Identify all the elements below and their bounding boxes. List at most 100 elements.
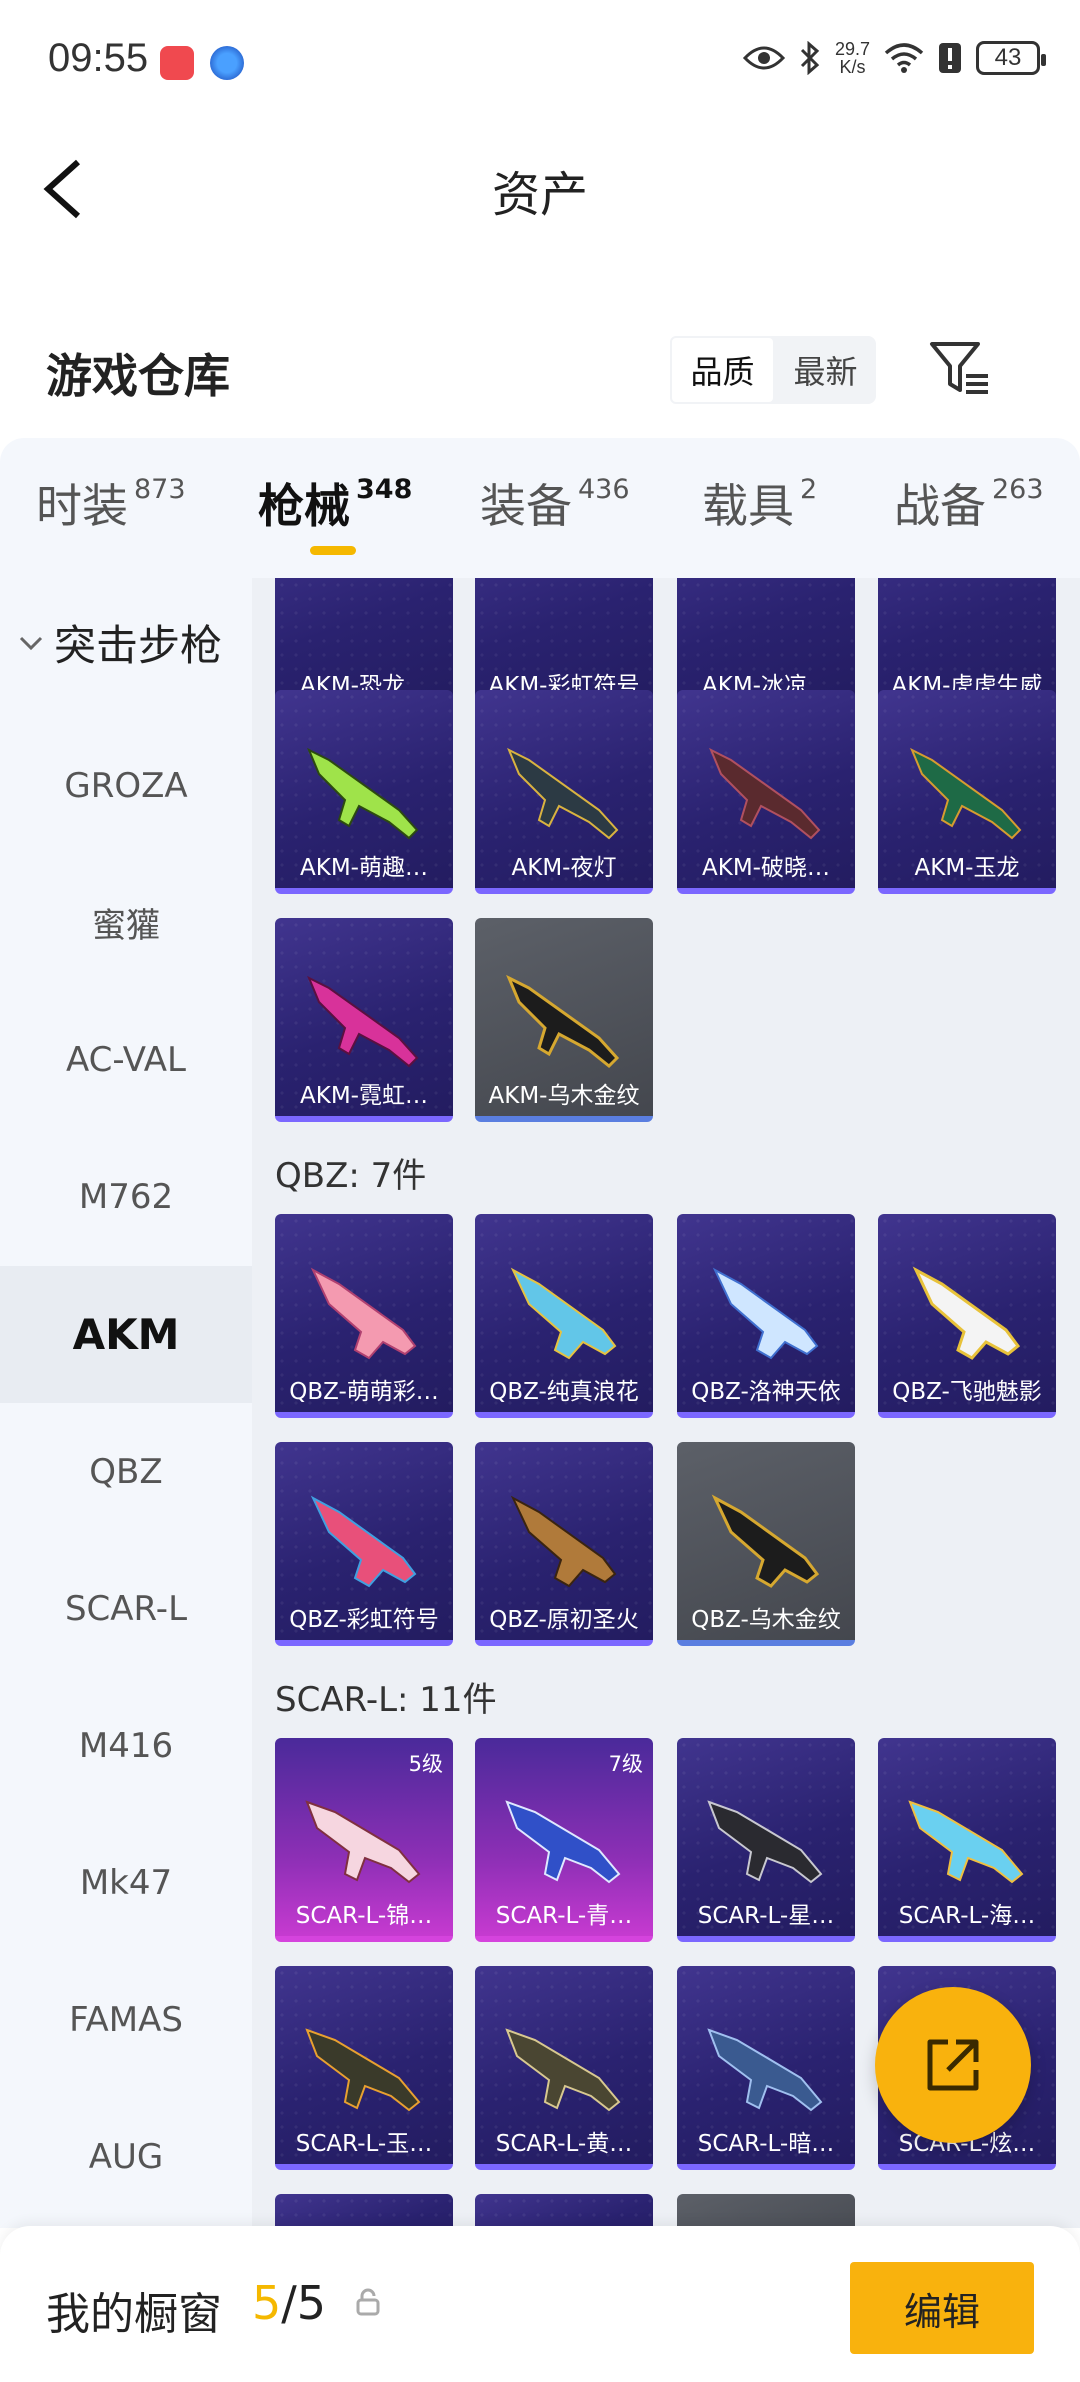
rifle-icon [510,1495,617,1588]
page-title: 资产 [491,167,588,223]
skin-name: SCAR-L-海… [898,1903,1036,1929]
skin-card[interactable]: QBZ-飞驰魅影 [878,1214,1056,1418]
sidebar-item-qbz[interactable]: QBZ [0,1403,252,1540]
skin-card[interactable]: QBZ-洛神天依 [677,1214,855,1418]
rifle-icon [707,2028,823,2112]
lock-icon [356,2288,380,2316]
sort-quality-button[interactable]: 品质 [670,336,775,404]
rifle-icon [505,2028,621,2112]
skin-card[interactable]: QBZ-萌萌彩… [275,1214,453,1418]
share-button[interactable] [875,1987,1031,2143]
skin-name: SCAR-L-青… [495,1903,633,1929]
skin-card[interactable]: QBZ-乌木金纹 [677,1442,855,1646]
skin-name: QBZ-彩虹符号 [289,1607,439,1633]
rifle-icon [908,1800,1024,1884]
skin-card[interactable]: QBZ-原初圣火 [475,1442,653,1646]
skin-name: AKM-霓虹… [300,1083,428,1109]
showcase-count: 5/5 [252,2276,327,2330]
skin-name: QBZ-纯真浪花 [489,1379,639,1405]
skin-card[interactable]: SCAR-L-黄… [475,1966,653,2170]
sidebar-item-m762[interactable]: M762 [0,1128,252,1265]
rifle-icon [310,1267,417,1360]
active-tab-indicator [310,546,356,555]
skin-card[interactable]: AKM-破晓… [677,690,855,894]
tab-weapons[interactable]: 枪械 348 [258,470,412,536]
skin-card[interactable]: QBZ-纯真浪花 [475,1214,653,1418]
network-speed: 29.7 K/s [834,39,870,77]
rifle-icon [712,1267,819,1360]
tab-vehicles[interactable]: 载具 2 [702,470,817,536]
skin-name: SCAR-L-星… [697,1903,835,1929]
skin-card[interactable]: QBZ-彩虹符号 [275,1442,453,1646]
skin-card[interactable]: SCAR-L-暗… [677,1966,855,2170]
skin-name: QBZ-乌木金纹 [691,1607,841,1633]
rifle-icon [310,1495,417,1588]
skin-card[interactable]: 5级 SCAR-L-锦… [275,1738,453,1942]
skin-card[interactable] [475,2194,653,2228]
skin-name: AKM-乌木金纹 [488,1083,640,1109]
skin-card[interactable]: SCAR-L-星… [677,1738,855,1942]
rifle-icon [305,2028,421,2112]
tab-supplies[interactable]: 战备 263 [894,470,1044,536]
alert-icon [939,43,961,73]
skin-card[interactable]: AKM-萌趣… [275,690,453,894]
sort-toggle: 品质 最新 [670,336,876,404]
sidebar-item-famas[interactable]: FAMAS [0,1951,252,2088]
sidebar-item-honey-badger[interactable]: 蜜獾 [0,854,252,991]
filter-icon[interactable] [928,340,992,396]
rifle-icon [506,974,620,1069]
rifle-icon [912,1266,1021,1360]
bluetooth-icon [800,41,820,75]
skin-name: SCAR-L-玉… [295,2131,433,2157]
skin-card[interactable]: AKM-霓虹… [275,918,453,1122]
skin-name: SCAR-L-暗… [697,2131,835,2157]
skin-name: AKM-破晓… [702,855,830,881]
sidebar-item-aug[interactable]: AUG [0,2088,252,2225]
sidebar-category-header[interactable]: 突击步枪 [18,612,222,673]
sidebar-item-ac-val[interactable]: AC-VAL [0,991,252,1128]
skin-name: QBZ-原初圣火 [489,1607,639,1633]
tab-fashion[interactable]: 时装 873 [36,470,186,536]
skin-name: AKM-玉龙 [914,855,1020,881]
external-link-icon [927,2039,979,2091]
weapon-grid: AKM-恐龙… AKM-彩虹符号 AKM-冰凉… AKM-虎虎生威 AKM-萌趣… [252,578,1080,2228]
status-icons: 29.7 K/s 43 [742,39,1046,77]
rifle-icon [505,1800,621,1884]
skin-card[interactable]: AKM-玉龙 [878,690,1056,894]
rifle-icon [307,747,419,840]
skin-name: AKM-萌趣… [300,855,428,881]
eye-icon [742,46,785,70]
wifi-icon [884,43,924,73]
rifle-icon [709,747,821,840]
sidebar-item-akm[interactable]: AKM [0,1266,252,1403]
skin-card[interactable] [677,2194,855,2228]
skin-card[interactable]: 7级 SCAR-L-青… [475,1738,653,1942]
sidebar-item-groza[interactable]: GROZA [0,717,252,854]
browser-notification-icon [210,46,244,80]
sidebar-item-m416[interactable]: M416 [0,1677,252,1814]
sidebar-category-label: 突击步枪 [54,621,223,670]
skin-card[interactable] [275,2194,453,2228]
skin-card[interactable]: AKM-夜灯 [475,690,653,894]
rifle-icon [507,747,619,840]
level-badge: 5级 [408,1752,443,1776]
skin-card[interactable]: SCAR-L-海… [878,1738,1056,1942]
skin-name: SCAR-L-黄… [495,2131,633,2157]
rifle-icon [707,1800,823,1884]
edit-button[interactable]: 编辑 [850,2262,1034,2354]
rifle-icon [711,1494,820,1588]
skin-card[interactable]: AKM-乌木金纹 [475,918,653,1122]
skin-name: AKM-夜灯 [511,855,617,881]
skin-name: QBZ-洛神天依 [691,1379,841,1405]
tab-equipment[interactable]: 装备 436 [480,470,630,536]
sort-newest-button[interactable]: 最新 [775,336,876,404]
skin-card[interactable]: SCAR-L-玉… [275,1966,453,2170]
app-notification-icon [160,46,194,80]
warehouse-title: 游戏仓库 [46,349,230,403]
level-badge: 7级 [608,1752,643,1776]
sidebar-item-scar-l[interactable]: SCAR-L [0,1540,252,1677]
section-label-qbz: QBZ: 7件 [275,1156,427,1196]
rifle-icon [510,1267,617,1360]
chevron-down-icon [19,636,43,650]
sidebar-item-mk47[interactable]: Mk47 [0,1814,252,1951]
